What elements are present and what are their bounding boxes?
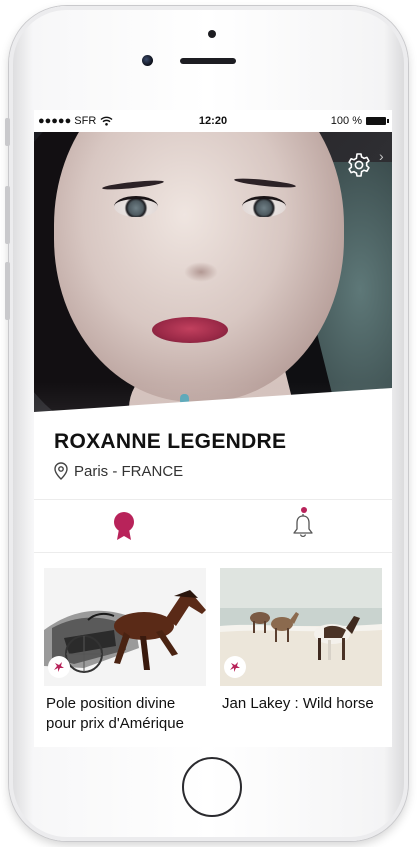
card-title: Pole position divine pour prix d'Amériqu…	[46, 695, 184, 732]
photo-nose	[184, 262, 218, 282]
proximity-sensor	[208, 30, 216, 38]
pegasus-icon	[54, 662, 64, 672]
gear-icon[interactable]	[346, 152, 372, 178]
volume-up-button	[5, 186, 10, 244]
pegasus-icon	[230, 662, 240, 672]
photo-eye-right	[242, 196, 286, 217]
card-title: Jan Lakey : Wild horse	[222, 695, 374, 712]
photo-eye-left	[114, 196, 158, 217]
front-camera	[142, 55, 153, 66]
earpiece-speaker	[180, 58, 236, 64]
app-screen: ●●●●● SFR 12:20 100 % › ROXANNE LEGENDRE…	[34, 110, 392, 747]
chevron-right-icon[interactable]: ›	[379, 148, 389, 164]
card-image-trotting-horse	[44, 568, 206, 686]
location-pin-icon	[54, 462, 68, 480]
award-ribbon-icon	[113, 512, 134, 540]
status-bar: ●●●●● SFR 12:20 100 %	[34, 110, 392, 132]
battery-group: 100 %	[330, 115, 389, 127]
bell-icon	[292, 514, 313, 538]
mute-switch	[5, 118, 10, 146]
battery-icon	[366, 117, 389, 125]
photo-lips	[152, 317, 228, 343]
volume-down-button	[5, 262, 10, 320]
tab-bar	[34, 499, 392, 553]
home-button[interactable]	[182, 757, 242, 817]
card-category-badge	[224, 656, 246, 678]
profile-name: ROXANNE LEGENDRE	[54, 430, 287, 453]
card-category-badge	[48, 656, 70, 678]
news-card[interactable]: Pole position divine pour prix d'Amériqu…	[44, 568, 206, 747]
location-label: Paris - FRANCE	[74, 462, 184, 480]
tab-awards[interactable]	[34, 500, 213, 552]
card-image-beach-horses	[220, 568, 382, 686]
notification-badge	[301, 507, 307, 513]
battery-label: 100 %	[330, 115, 362, 127]
profile-location: Paris - FRANCE	[54, 462, 183, 480]
news-card[interactable]: Jan Lakey : Wild horse	[220, 568, 382, 747]
